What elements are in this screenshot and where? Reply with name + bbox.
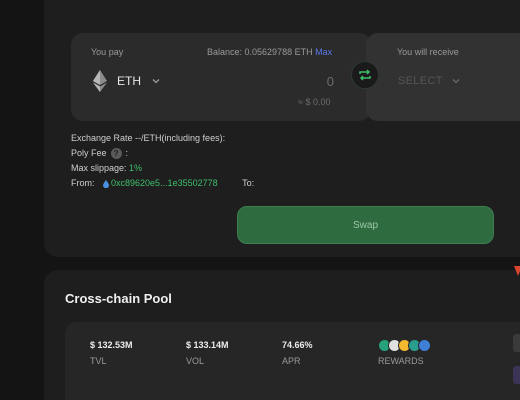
vol-label: VOL <box>186 356 205 366</box>
tvl-value: $ 132.53M <box>90 340 133 350</box>
poly-fee-colon: : <box>125 148 129 158</box>
from-label: From: <box>71 178 95 188</box>
receive-label: You will receive <box>397 47 459 57</box>
apr-label: APR <box>282 356 301 366</box>
swap-arrows-icon <box>359 69 371 81</box>
pool-title: Cross-chain Pool <box>65 291 172 306</box>
you-pay-label: You pay <box>91 47 124 57</box>
max-slippage-label: Max slippage: <box>71 163 127 173</box>
pay-amount-input[interactable] <box>240 72 334 90</box>
chevron-down-icon <box>452 79 460 84</box>
max-slippage-value[interactable]: 1% <box>129 163 142 173</box>
max-slippage-row: Max slippage: 1% <box>71 163 142 173</box>
max-button[interactable]: Max <box>315 47 332 57</box>
side-button[interactable] <box>513 334 520 352</box>
exchange-rate: Exchange Rate --/ETH(including fees): <box>71 133 226 143</box>
reward-token-icon <box>418 339 431 352</box>
chevron-down-icon <box>152 79 160 84</box>
switch-direction-button[interactable] <box>351 61 379 89</box>
bridge-page: You pay Balance: 0.05629788 ETH Max ETH … <box>0 0 520 400</box>
poly-fee-label: Poly Fee <box>71 148 107 158</box>
swap-button[interactable]: Swap <box>237 206 494 244</box>
tvl-label: TVL <box>90 356 107 366</box>
receive-token-placeholder: SELECT <box>398 75 443 87</box>
to-label: To: <box>242 178 255 188</box>
from-to-row: From: 0xc89620e5...1e35502778 To: <box>71 178 254 188</box>
ethereum-icon <box>93 70 107 92</box>
usd-value: ≈ $ 0.00 <box>298 97 331 107</box>
receive-token-selector[interactable]: SELECT <box>398 75 461 87</box>
reward-token-icons <box>378 339 431 352</box>
balance-value: Balance: 0.05629788 ETH <box>207 47 313 57</box>
balance-text: Balance: 0.05629788 ETH Max <box>207 47 332 57</box>
pay-token-selector[interactable]: ETH <box>93 70 161 92</box>
poly-fee-row: Poly Fee?: <box>71 148 129 160</box>
vol-value: $ 133.14M <box>186 340 229 350</box>
help-icon[interactable]: ? <box>110 148 122 160</box>
pay-token-name: ETH <box>117 74 141 88</box>
apr-value: 74.66% <box>282 340 313 350</box>
from-address[interactable]: 0xc89620e5...1e35502778 <box>111 178 218 188</box>
drop-icon <box>103 179 110 188</box>
rewards-label: REWARDS <box>378 356 424 366</box>
red-marker-icon <box>514 266 520 276</box>
side-button[interactable] <box>513 366 520 384</box>
